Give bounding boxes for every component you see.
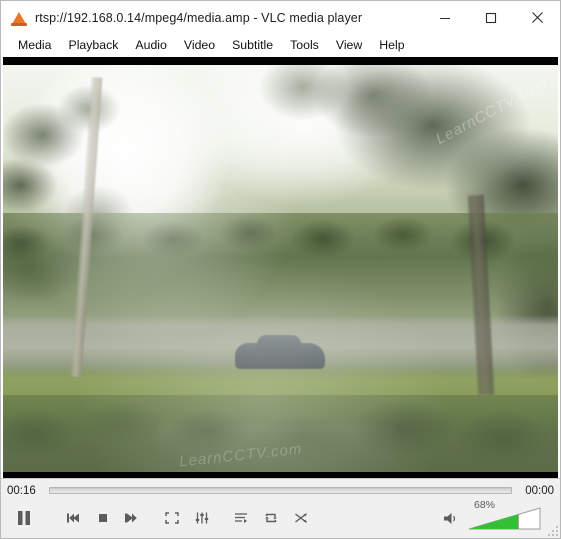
vlc-main-window: rtsp://192.168.0.14/mpeg4/media.amp - VL… bbox=[0, 0, 561, 539]
stop-icon bbox=[98, 514, 107, 522]
playlist-button[interactable] bbox=[227, 506, 254, 530]
vlc-cone-icon bbox=[11, 10, 27, 26]
stop-button[interactable] bbox=[89, 506, 116, 530]
previous-icon bbox=[66, 513, 79, 523]
volume-zone: 68% bbox=[443, 499, 554, 531]
menu-item-video[interactable]: Video bbox=[176, 36, 223, 55]
speaker-icon[interactable] bbox=[443, 511, 460, 526]
close-button[interactable] bbox=[514, 1, 560, 34]
menu-bar: Media Playback Audio Video Subtitle Tool… bbox=[1, 34, 560, 57]
next-icon bbox=[124, 513, 137, 523]
pause-button[interactable] bbox=[7, 502, 41, 534]
scene-foreground-shrubs bbox=[3, 395, 558, 472]
maximize-button[interactable] bbox=[468, 1, 514, 34]
minimize-icon bbox=[440, 17, 450, 19]
view-tools-group bbox=[158, 506, 215, 530]
close-icon bbox=[531, 12, 543, 23]
next-button[interactable] bbox=[119, 506, 146, 530]
total-time-label[interactable]: 00:00 bbox=[520, 485, 554, 497]
seek-slider[interactable] bbox=[49, 487, 512, 494]
pause-icon bbox=[18, 511, 30, 525]
scene-parked-car bbox=[235, 335, 325, 369]
menu-item-playback[interactable]: Playback bbox=[61, 36, 127, 55]
video-frame: LearnCCTV.com LearnCCTV.com bbox=[3, 65, 558, 472]
player-controls: 00:16 00:00 68% bbox=[1, 478, 560, 538]
menu-item-subtitle[interactable]: Subtitle bbox=[224, 36, 281, 55]
equalizer-icon bbox=[195, 512, 208, 524]
video-output-area[interactable]: LearnCCTV.com LearnCCTV.com bbox=[3, 57, 558, 478]
shuffle-button[interactable] bbox=[287, 506, 314, 530]
extended-settings-button[interactable] bbox=[188, 506, 215, 530]
loop-button[interactable] bbox=[257, 506, 284, 530]
playlist-group bbox=[227, 506, 314, 530]
seek-row: 00:16 00:00 bbox=[1, 479, 560, 500]
maximize-icon bbox=[485, 12, 497, 23]
elapsed-time-label[interactable]: 00:16 bbox=[7, 485, 41, 497]
playlist-icon bbox=[234, 513, 247, 523]
window-title: rtsp://192.168.0.14/mpeg4/media.amp - VL… bbox=[35, 10, 363, 25]
fullscreen-button[interactable] bbox=[158, 506, 185, 530]
skip-stop-group bbox=[59, 506, 146, 530]
menu-item-media[interactable]: Media bbox=[10, 36, 60, 55]
loop-icon bbox=[264, 513, 277, 523]
title-bar: rtsp://192.168.0.14/mpeg4/media.amp - VL… bbox=[1, 1, 560, 34]
fullscreen-icon bbox=[164, 512, 179, 524]
menu-item-audio[interactable]: Audio bbox=[127, 36, 174, 55]
shuffle-icon bbox=[294, 513, 307, 523]
menu-item-tools[interactable]: Tools bbox=[282, 36, 327, 55]
volume-wedge bbox=[468, 507, 541, 530]
previous-button[interactable] bbox=[59, 506, 86, 530]
speaker-glyph bbox=[444, 512, 456, 524]
window-controls bbox=[422, 1, 560, 34]
menu-item-view[interactable]: View bbox=[328, 36, 370, 55]
minimize-button[interactable] bbox=[422, 1, 468, 34]
resize-grip[interactable] bbox=[546, 524, 558, 536]
transport-buttons-row: 68% bbox=[1, 499, 560, 536]
menu-item-help[interactable]: Help bbox=[371, 36, 412, 55]
volume-slider[interactable]: 68% bbox=[468, 499, 542, 531]
